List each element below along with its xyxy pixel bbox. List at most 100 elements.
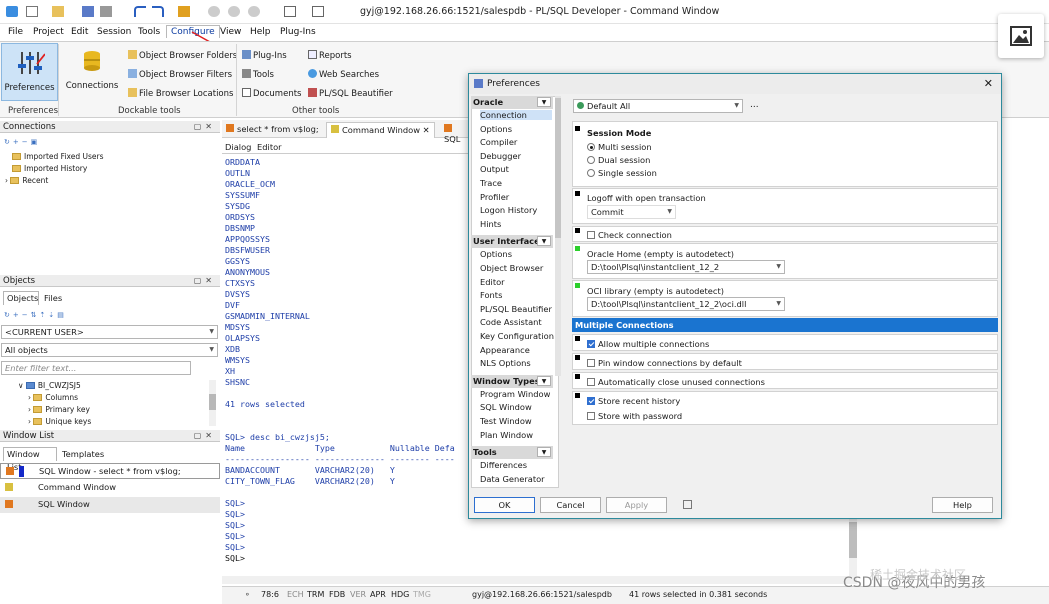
open-icon[interactable] [52, 6, 64, 17]
category-scrollbar[interactable] [555, 96, 561, 376]
objects-toolbar[interactable]: ↻+−⇅⇡⇣▤ [4, 311, 204, 319]
category-item[interactable]: Code Assistant [480, 317, 542, 327]
print-icon[interactable] [100, 6, 112, 17]
tab-objects[interactable]: Objects [3, 291, 39, 305]
new-icon[interactable] [26, 6, 38, 17]
category-item[interactable]: Trace [480, 178, 502, 188]
store-history-checkbox[interactable]: Store recent history [587, 396, 680, 406]
menu-edit[interactable]: Edit [71, 27, 88, 37]
category-item[interactable]: Options [480, 249, 512, 259]
object-browser-folders-button[interactable]: Object Browser Folders [128, 50, 237, 61]
connections-button[interactable]: Connections [64, 50, 120, 91]
objects-scrollbar[interactable] [209, 380, 216, 426]
category-item[interactable]: Hints [480, 219, 501, 229]
menu-plugins[interactable]: Plug-Ins [280, 27, 316, 37]
documents-button[interactable]: Documents [242, 88, 301, 99]
menu-session[interactable]: Session [97, 27, 131, 37]
menu-project[interactable]: Project [33, 27, 64, 37]
category-item[interactable]: PL/SQL Beautifier [480, 304, 552, 314]
category-item[interactable]: Appearance [480, 345, 530, 355]
execute-icon[interactable] [178, 6, 190, 17]
category-item[interactable]: Object Browser [480, 263, 543, 273]
category-item[interactable]: Logon History [480, 205, 537, 215]
category-item[interactable]: Program Window [480, 389, 550, 399]
tree-item[interactable]: › Primary key [28, 405, 90, 414]
category-item[interactable]: Options [480, 124, 512, 134]
image-widget[interactable] [998, 14, 1044, 58]
profile-select[interactable]: Default All ▼ [573, 99, 743, 113]
pin-window-checkbox[interactable]: Pin window connections by default [587, 358, 742, 368]
tab-sql[interactable]: SQL [444, 124, 468, 144]
category-item[interactable]: Plan Window [480, 430, 533, 440]
file-browser-locations-button[interactable]: File Browser Locations [128, 88, 233, 99]
pin-icon[interactable] [683, 500, 692, 509]
chevron-down-icon[interactable]: ▼ [537, 97, 551, 107]
plugins-button[interactable]: Plug-Ins [242, 50, 287, 61]
apply-button[interactable]: Apply [606, 497, 667, 513]
category-item[interactable]: SQL Window [480, 402, 532, 412]
tree-item[interactable]: ∨ BI_CWZJSJ5 [18, 381, 81, 390]
category-heading[interactable]: User Interface ▼ [471, 235, 553, 249]
category-heading[interactable]: Window Types ▼ [471, 374, 553, 388]
category-heading[interactable]: Tools ▼ [471, 446, 553, 460]
preferences-button[interactable]: Preferences [1, 43, 58, 101]
tree-item[interactable]: › Unique keys [28, 417, 91, 426]
object-browser-filters-button[interactable]: Object Browser Filters [128, 69, 232, 80]
category-item[interactable]: Test Window [480, 416, 532, 426]
tab-files[interactable]: Files [44, 292, 62, 305]
category-item[interactable]: Editor [480, 277, 505, 287]
window-list-item[interactable]: Command Window [0, 480, 220, 496]
tab-sql-window[interactable]: select * from v$log; [226, 124, 319, 134]
tree-item[interactable]: › Recent [5, 176, 48, 185]
category-item[interactable]: Data Generator [480, 474, 545, 484]
oci-library-input[interactable]: D:\tool\Plsql\instantclient_12_2\oci.dll… [587, 297, 785, 311]
undo-icon[interactable] [134, 6, 146, 17]
window-list-item[interactable]: SQL Window [0, 497, 220, 513]
menu-file[interactable]: File [8, 27, 23, 37]
redo-icon[interactable] [152, 6, 164, 17]
radio-single-session[interactable]: Single session [587, 168, 657, 178]
logoff-select[interactable]: Commit ▼ [587, 205, 676, 219]
profile-options-button[interactable]: ... [750, 100, 759, 110]
tab-window-list[interactable]: Window List [3, 447, 57, 472]
radio-dual-session[interactable]: Dual session [587, 155, 650, 165]
category-item[interactable]: Connection [480, 110, 552, 120]
category-item[interactable]: Fonts [480, 290, 502, 300]
store-password-checkbox[interactable]: Store with password [587, 411, 682, 421]
auto-close-checkbox[interactable]: Automatically close unused connections [587, 377, 765, 387]
beautifier-button[interactable]: PL/SQL Beautifier [308, 88, 393, 99]
chevron-down-icon[interactable]: ▼ [537, 447, 551, 458]
menu-tools[interactable]: Tools [138, 27, 160, 37]
chevron-down-icon[interactable]: ▼ [537, 375, 551, 386]
category-item[interactable]: Differences [480, 460, 527, 470]
save-icon[interactable] [82, 6, 94, 17]
current-user-select[interactable]: <CURRENT USER> ▼ [1, 325, 218, 339]
window-list-item[interactable]: SQL Window - select * from v$log; [0, 463, 220, 479]
allow-multiple-connections-checkbox[interactable]: Allow multiple connections [587, 339, 709, 349]
chevron-down-icon[interactable]: ▼ [537, 236, 551, 247]
filter-input[interactable]: Enter filter text... [1, 361, 191, 375]
category-item[interactable]: Debugger [480, 151, 521, 161]
category-item[interactable]: Profiler [480, 192, 509, 202]
tab-templates[interactable]: Templates [62, 448, 104, 461]
oracle-home-input[interactable]: D:\tool\Plsql\instantclient_12_2 ▼ [587, 260, 785, 274]
rollback-icon[interactable] [248, 6, 260, 17]
settings-icon[interactable] [284, 6, 296, 17]
close-icon[interactable]: ✕ [984, 74, 993, 94]
menu-view[interactable]: View [220, 27, 241, 37]
tools-button[interactable]: Tools [242, 69, 274, 80]
connections-toolbar[interactable]: ↻+−▣ [4, 138, 64, 148]
all-objects-select[interactable]: All objects ▼ [1, 343, 218, 357]
category-heading[interactable]: Oracle ▼ [471, 96, 553, 109]
horizontal-scrollbar[interactable] [222, 576, 852, 584]
subtab-editor[interactable]: Editor [257, 142, 282, 152]
cancel-button[interactable]: Cancel [540, 497, 601, 513]
window-icon[interactable] [312, 6, 324, 17]
subtab-dialog[interactable]: Dialog [225, 142, 251, 152]
reports-button[interactable]: Reports [308, 50, 352, 61]
tree-item[interactable]: › Columns [28, 393, 78, 402]
break-icon[interactable] [208, 6, 220, 17]
commit-icon[interactable] [228, 6, 240, 17]
web-searches-button[interactable]: Web Searches [308, 69, 379, 80]
tree-item[interactable]: Imported Fixed Users [12, 152, 103, 161]
